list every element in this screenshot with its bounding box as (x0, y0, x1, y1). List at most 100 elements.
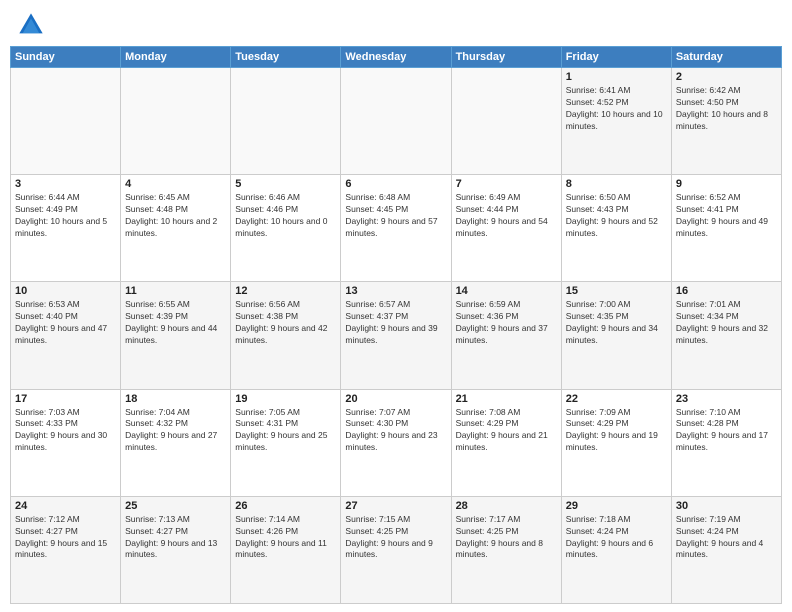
day-number: 20 (345, 393, 446, 405)
day-number: 24 (15, 500, 116, 512)
day-info: Sunrise: 7:14 AM Sunset: 4:26 PM Dayligh… (235, 514, 336, 562)
day-info: Sunrise: 6:44 AM Sunset: 4:49 PM Dayligh… (15, 192, 116, 240)
day-number: 22 (566, 393, 667, 405)
day-info: Sunrise: 6:41 AM Sunset: 4:52 PM Dayligh… (566, 85, 667, 133)
day-cell: 28 Sunrise: 7:17 AM Sunset: 4:25 PM Dayli… (451, 496, 561, 603)
week-row-3: 10 Sunrise: 6:53 AM Sunset: 4:40 PM Dayli… (11, 282, 782, 389)
day-header-wednesday: Wednesday (341, 47, 451, 68)
week-row-1: 1 Sunrise: 6:41 AM Sunset: 4:52 PM Daylig… (11, 68, 782, 175)
day-cell: 6Sunrise: 6:48 AM Sunset: 4:45 PM Daylig… (341, 175, 451, 282)
day-info: Sunrise: 7:00 AM Sunset: 4:35 PM Dayligh… (566, 299, 667, 347)
day-number: 19 (235, 393, 336, 405)
day-number: 23 (676, 393, 777, 405)
logo (16, 10, 50, 40)
day-cell: 12 Sunrise: 6:56 AM Sunset: 4:38 PM Dayli… (231, 282, 341, 389)
day-cell (231, 68, 341, 175)
day-info: Sunrise: 7:18 AM Sunset: 4:24 PM Dayligh… (566, 514, 667, 562)
day-number: 12 (235, 285, 336, 297)
day-info: Sunrise: 7:04 AM Sunset: 4:32 PM Dayligh… (125, 407, 226, 455)
day-info: Sunrise: 7:03 AM Sunset: 4:33 PM Dayligh… (15, 407, 116, 455)
day-number: 15 (566, 285, 667, 297)
day-cell (451, 68, 561, 175)
day-cell: 10 Sunrise: 6:53 AM Sunset: 4:40 PM Dayli… (11, 282, 121, 389)
day-info: Sunrise: 6:45 AM Sunset: 4:48 PM Dayligh… (125, 192, 226, 240)
day-cell: 26 Sunrise: 7:14 AM Sunset: 4:26 PM Dayli… (231, 496, 341, 603)
day-cell (11, 68, 121, 175)
header (0, 0, 792, 46)
day-cell: 11Sunrise: 6:55 AM Sunset: 4:39 PM Dayli… (121, 282, 231, 389)
day-number: 6 (345, 178, 446, 190)
day-cell: 9 Sunrise: 6:52 AM Sunset: 4:41 PM Daylig… (671, 175, 781, 282)
day-header-friday: Friday (561, 47, 671, 68)
day-cell (341, 68, 451, 175)
day-cell: 3 Sunrise: 6:44 AM Sunset: 4:49 PM Daylig… (11, 175, 121, 282)
day-header-tuesday: Tuesday (231, 47, 341, 68)
calendar: SundayMondayTuesdayWednesdayThursdayFrid… (0, 46, 792, 612)
day-cell: 14 Sunrise: 6:59 AM Sunset: 4:36 PM Dayli… (451, 282, 561, 389)
day-number: 18 (125, 393, 226, 405)
day-info: Sunrise: 7:08 AM Sunset: 4:29 PM Dayligh… (456, 407, 557, 455)
day-number: 28 (456, 500, 557, 512)
day-info: Sunrise: 7:07 AM Sunset: 4:30 PM Dayligh… (345, 407, 446, 455)
day-number: 13 (345, 285, 446, 297)
day-number: 3 (15, 178, 116, 190)
day-cell: 24 Sunrise: 7:12 AM Sunset: 4:27 PM Dayli… (11, 496, 121, 603)
day-info: Sunrise: 7:10 AM Sunset: 4:28 PM Dayligh… (676, 407, 777, 455)
day-cell: 21 Sunrise: 7:08 AM Sunset: 4:29 PM Dayli… (451, 389, 561, 496)
day-cell: 4 Sunrise: 6:45 AM Sunset: 4:48 PM Daylig… (121, 175, 231, 282)
day-number: 29 (566, 500, 667, 512)
day-number: 7 (456, 178, 557, 190)
day-number: 10 (15, 285, 116, 297)
day-header-saturday: Saturday (671, 47, 781, 68)
day-number: 5 (235, 178, 336, 190)
day-cell: 7 Sunrise: 6:49 AM Sunset: 4:44 PM Daylig… (451, 175, 561, 282)
day-cell: 16Sunrise: 7:01 AM Sunset: 4:34 PM Dayli… (671, 282, 781, 389)
day-info: Sunrise: 6:53 AM Sunset: 4:40 PM Dayligh… (15, 299, 116, 347)
day-info: Sunrise: 6:46 AM Sunset: 4:46 PM Dayligh… (235, 192, 336, 240)
day-info: Sunrise: 7:19 AM Sunset: 4:24 PM Dayligh… (676, 514, 777, 562)
logo-icon (16, 10, 46, 40)
day-cell: 27 Sunrise: 7:15 AM Sunset: 4:25 PM Dayli… (341, 496, 451, 603)
day-header-thursday: Thursday (451, 47, 561, 68)
day-info: Sunrise: 6:56 AM Sunset: 4:38 PM Dayligh… (235, 299, 336, 347)
day-number: 2 (676, 71, 777, 83)
day-info: Sunrise: 7:13 AM Sunset: 4:27 PM Dayligh… (125, 514, 226, 562)
day-header-row: SundayMondayTuesdayWednesdayThursdayFrid… (11, 47, 782, 68)
day-info: Sunrise: 7:09 AM Sunset: 4:29 PM Dayligh… (566, 407, 667, 455)
day-info: Sunrise: 7:15 AM Sunset: 4:25 PM Dayligh… (345, 514, 446, 562)
day-cell: 19 Sunrise: 7:05 AM Sunset: 4:31 PM Dayli… (231, 389, 341, 496)
day-header-sunday: Sunday (11, 47, 121, 68)
day-info: Sunrise: 6:59 AM Sunset: 4:36 PM Dayligh… (456, 299, 557, 347)
day-number: 14 (456, 285, 557, 297)
day-cell: 23 Sunrise: 7:10 AM Sunset: 4:28 PM Dayli… (671, 389, 781, 496)
day-info: Sunrise: 6:49 AM Sunset: 4:44 PM Dayligh… (456, 192, 557, 240)
week-row-2: 3 Sunrise: 6:44 AM Sunset: 4:49 PM Daylig… (11, 175, 782, 282)
day-info: Sunrise: 6:50 AM Sunset: 4:43 PM Dayligh… (566, 192, 667, 240)
day-info: Sunrise: 7:01 AM Sunset: 4:34 PM Dayligh… (676, 299, 777, 347)
day-cell: 2 Sunrise: 6:42 AM Sunset: 4:50 PM Daylig… (671, 68, 781, 175)
day-number: 1 (566, 71, 667, 83)
day-cell: 17 Sunrise: 7:03 AM Sunset: 4:33 PM Dayli… (11, 389, 121, 496)
day-info: Sunrise: 6:42 AM Sunset: 4:50 PM Dayligh… (676, 85, 777, 133)
day-cell (121, 68, 231, 175)
day-info: Sunrise: 6:55 AM Sunset: 4:39 PM Dayligh… (125, 299, 226, 347)
day-number: 21 (456, 393, 557, 405)
day-cell: 5 Sunrise: 6:46 AM Sunset: 4:46 PM Daylig… (231, 175, 341, 282)
day-cell: 25Sunrise: 7:13 AM Sunset: 4:27 PM Dayli… (121, 496, 231, 603)
day-info: Sunrise: 6:52 AM Sunset: 4:41 PM Dayligh… (676, 192, 777, 240)
day-info: Sunrise: 7:12 AM Sunset: 4:27 PM Dayligh… (15, 514, 116, 562)
day-number: 27 (345, 500, 446, 512)
page: SundayMondayTuesdayWednesdayThursdayFrid… (0, 0, 792, 612)
day-info: Sunrise: 7:05 AM Sunset: 4:31 PM Dayligh… (235, 407, 336, 455)
day-number: 8 (566, 178, 667, 190)
day-number: 9 (676, 178, 777, 190)
day-cell: 30Sunrise: 7:19 AM Sunset: 4:24 PM Dayli… (671, 496, 781, 603)
day-cell: 1 Sunrise: 6:41 AM Sunset: 4:52 PM Daylig… (561, 68, 671, 175)
day-cell: 18 Sunrise: 7:04 AM Sunset: 4:32 PM Dayli… (121, 389, 231, 496)
day-number: 26 (235, 500, 336, 512)
day-info: Sunrise: 6:57 AM Sunset: 4:37 PM Dayligh… (345, 299, 446, 347)
day-number: 17 (15, 393, 116, 405)
day-info: Sunrise: 7:17 AM Sunset: 4:25 PM Dayligh… (456, 514, 557, 562)
day-number: 4 (125, 178, 226, 190)
calendar-table: SundayMondayTuesdayWednesdayThursdayFrid… (10, 46, 782, 604)
